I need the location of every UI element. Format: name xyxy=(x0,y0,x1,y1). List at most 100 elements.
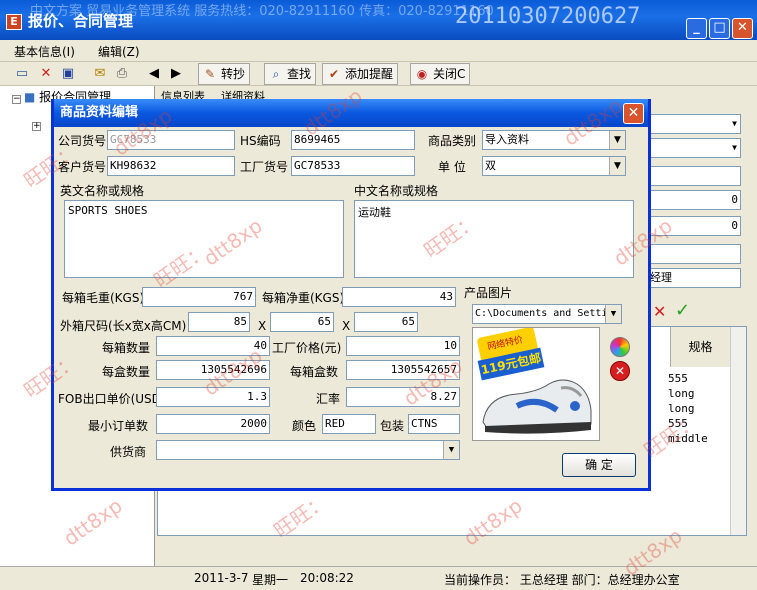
dialog-title-text: 商品资料编辑 xyxy=(60,105,139,120)
net-weight-input[interactable]: 43 xyxy=(342,287,456,307)
right-field-3[interactable]: 0 xyxy=(647,216,741,236)
color-input[interactable]: RED xyxy=(322,414,376,434)
menu-edit[interactable]: 编辑(Z) xyxy=(98,43,140,60)
status-time: 20:08:22 xyxy=(300,571,354,585)
maximize-button[interactable]: □ xyxy=(709,18,730,39)
chevron-down-icon[interactable]: ▼ xyxy=(443,441,459,459)
search-button[interactable]: ⌕ 查找 xyxy=(264,63,317,85)
grid-header-spec[interactable]: 规格 xyxy=(670,327,730,367)
label-supplier: 供货商 xyxy=(110,445,147,459)
category-value: 导入资料 xyxy=(485,133,529,146)
grid-cell[interactable]: middle xyxy=(668,431,732,446)
next-icon[interactable]: ▶ xyxy=(168,66,184,82)
chevron-down-icon[interactable]: ▼ xyxy=(609,131,625,149)
grid-cell[interactable]: 555 xyxy=(668,371,732,386)
fob-price-input[interactable]: 1.3 xyxy=(156,387,270,407)
photo-path-value: C:\Documents and Settings xyxy=(475,308,622,319)
gross-weight-input[interactable]: 767 xyxy=(142,287,256,307)
label-packs-per-box: 每箱盒数 xyxy=(290,365,339,379)
per-pack-input[interactable]: 1305542696 xyxy=(156,360,270,380)
cn-name-textarea[interactable]: 运动鞋 xyxy=(354,200,634,278)
dialog-close-button[interactable]: ✕ xyxy=(623,103,644,124)
reminder-icon: ✔ xyxy=(328,67,340,81)
close-window-button[interactable]: ✕ xyxy=(732,18,753,39)
close-icon: ◉ xyxy=(416,67,428,81)
product-photo: 网络特价 119元包邮 xyxy=(472,327,600,441)
label-gross-weight: 每箱毛重(KGS) xyxy=(62,291,145,305)
per-box-input[interactable]: 40 xyxy=(156,336,270,356)
status-weekday: 星期一 xyxy=(252,573,289,587)
title-bar[interactable]: E 中文方案 贸易业务管理系统 服务热线：020-82911160 传真：020… xyxy=(0,0,757,40)
close-button[interactable]: ◉ 关闭C xyxy=(410,63,471,85)
grid-cell[interactable]: long xyxy=(668,386,732,401)
color-picker-icon[interactable] xyxy=(610,337,630,357)
shoe-image xyxy=(482,379,592,434)
product-edit-dialog: 商品资料编辑 ✕ 公司货号 GC78533 HS编码 8699465 商品类别 … xyxy=(51,99,651,491)
dim-x-label: X xyxy=(258,319,267,333)
remove-photo-icon[interactable]: ✕ xyxy=(610,361,630,381)
cancel-icon[interactable]: ✕ xyxy=(653,302,666,321)
dim-length-input[interactable]: 85 xyxy=(188,312,250,332)
label-per-box: 每箱数量 xyxy=(102,341,151,355)
copy-button[interactable]: ✎ 转抄 xyxy=(198,63,251,85)
unit-select[interactable]: 双 ▼ xyxy=(482,156,626,176)
grid-cell[interactable]: 555 xyxy=(668,416,732,431)
chevron-down-icon[interactable]: ▼ xyxy=(605,305,621,323)
customer-code-input[interactable]: KH98632 xyxy=(107,156,235,176)
company-code-input[interactable]: GC78533 xyxy=(107,130,235,150)
label-fob-price: FOB出口单价(USD) xyxy=(58,392,166,406)
right-select-1[interactable]: ▼ xyxy=(647,114,741,134)
grid-scrollbar[interactable] xyxy=(730,327,746,535)
label-factory-code: 工厂货号 xyxy=(240,160,289,174)
label-en-name: 英文名称或规格 xyxy=(60,184,145,198)
status-date: 2011-3-7 xyxy=(194,571,249,585)
prev-icon[interactable]: ◀ xyxy=(146,66,162,82)
en-name-textarea[interactable]: SPORTS SHOES xyxy=(64,200,344,278)
toolbar: ▭ ✕ ▣ ✉ ⎙ ◀ ▶ ✎ 转抄 ⌕ 查找 ✔ 添加提醒 ◉ 关闭C xyxy=(0,62,757,86)
new-icon[interactable]: ▭ xyxy=(14,66,30,82)
window-title: 报价、合同管理 xyxy=(28,12,134,30)
confirm-icon[interactable]: ✓ xyxy=(675,300,690,321)
photo-path-select[interactable]: C:\Documents and Settings ▼ xyxy=(472,304,622,324)
dialog-title[interactable]: 商品资料编辑 xyxy=(54,99,648,127)
tree-expand-icon[interactable]: + xyxy=(32,122,41,131)
minimize-button[interactable]: _ xyxy=(686,18,707,39)
label-exchange-rate: 汇率 xyxy=(316,392,341,406)
timestamp-overlay: 20110307200627 xyxy=(455,4,641,29)
category-select[interactable]: 导入资料 ▼ xyxy=(482,130,626,150)
right-field-1[interactable] xyxy=(647,166,741,186)
confirm-button[interactable]: 确 定 xyxy=(562,453,636,477)
add-reminder-button[interactable]: ✔ 添加提醒 xyxy=(322,63,399,85)
chevron-down-icon[interactable]: ▼ xyxy=(609,157,625,175)
factory-price-input[interactable]: 10 xyxy=(346,336,460,356)
delete-icon[interactable]: ✕ xyxy=(38,66,54,82)
dim-height-input[interactable]: 65 xyxy=(354,312,418,332)
hs-code-input[interactable]: 8699465 xyxy=(291,130,415,150)
save-icon[interactable]: ▣ xyxy=(60,66,76,82)
packing-input[interactable]: CTNS xyxy=(408,414,460,434)
copy-icon: ✎ xyxy=(204,67,216,81)
min-order-input[interactable]: 2000 xyxy=(156,414,270,434)
folder-icon: ■ xyxy=(24,90,36,104)
exchange-rate-input[interactable]: 8.27 xyxy=(346,387,460,407)
grid-column: 555 long long 555 middle xyxy=(668,371,732,446)
menu-basic-info[interactable]: 基本信息(I) xyxy=(14,43,75,60)
right-field-4[interactable] xyxy=(647,244,741,264)
grid-cell[interactable]: long xyxy=(668,401,732,416)
packs-per-box-input[interactable]: 1305542657 xyxy=(346,360,460,380)
print-icon[interactable]: ⎙ xyxy=(114,66,130,82)
supplier-select[interactable]: ▼ xyxy=(156,440,460,460)
label-photo: 产品图片 xyxy=(464,286,513,300)
mail-icon[interactable]: ✉ xyxy=(92,66,108,82)
label-packing: 包装 xyxy=(380,419,405,433)
status-bar: 2011-3-7 星期一 20:08:22 当前操作员： 王总经理 部门：总经理… xyxy=(0,566,757,590)
close-label: 关闭C xyxy=(433,67,466,81)
add-reminder-label: 添加提醒 xyxy=(345,67,394,81)
dim-width-input[interactable]: 65 xyxy=(270,312,334,332)
dim-x-label: X xyxy=(342,319,351,333)
right-select-2[interactable]: ▼ xyxy=(647,138,741,158)
label-dimensions: 外箱尺码(长x宽x高CM) xyxy=(60,319,187,333)
factory-code-input[interactable]: GC78533 xyxy=(291,156,415,176)
right-field-2[interactable]: 0 xyxy=(647,190,741,210)
right-field-5[interactable]: 经理 xyxy=(647,268,741,288)
